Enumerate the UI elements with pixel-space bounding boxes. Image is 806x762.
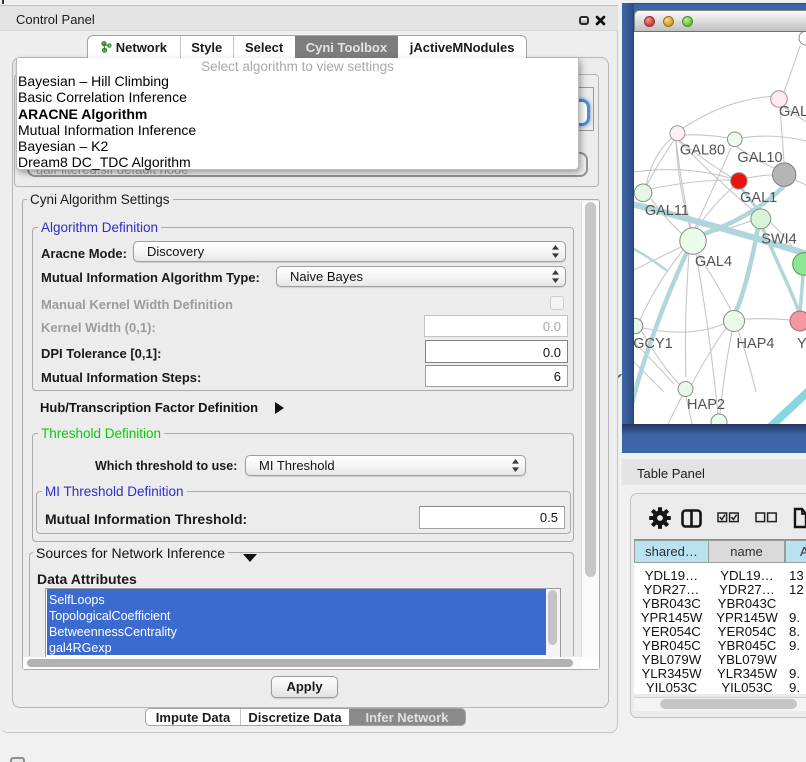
svg-text:GCY1: GCY1 (634, 336, 673, 352)
svg-text:GAL80: GAL80 (680, 143, 725, 159)
svg-text:YH: YH (797, 336, 806, 352)
svg-text:GAL1: GAL1 (740, 190, 777, 206)
svg-text:SWI4: SWI4 (761, 232, 796, 248)
svg-text:GAL11: GAL11 (645, 203, 689, 219)
svg-text:HAP2: HAP2 (687, 397, 725, 413)
svg-text:HAP4: HAP4 (737, 336, 775, 352)
svg-text:GAL4: GAL4 (695, 254, 732, 270)
svg-text:GAL10: GAL10 (737, 150, 782, 166)
svg-text:GAL7: GAL7 (779, 104, 806, 120)
